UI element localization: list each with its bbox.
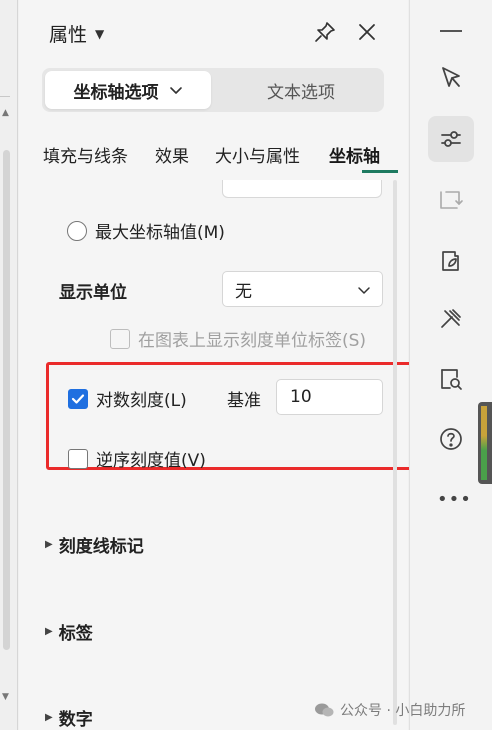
- style-palette-icon[interactable]: [434, 244, 468, 278]
- section-number-label: 数字: [58, 710, 93, 730]
- find-icon[interactable]: [434, 362, 468, 396]
- checkmark-icon: [71, 393, 85, 404]
- close-icon[interactable]: [355, 20, 379, 44]
- max-axis-value-radio[interactable]: [67, 220, 87, 241]
- reverse-order-option[interactable]: 逆序刻度值(V): [68, 446, 206, 471]
- reverse-order-label: 逆序刻度值(V): [96, 451, 206, 471]
- option-type-switch: 坐标轴选项 文本选项: [42, 68, 384, 112]
- expand-triangle-icon: ▶: [45, 539, 53, 550]
- properties-sliders-icon[interactable]: [428, 116, 474, 162]
- property-tabs: 填充与线条 效果 大小与属性 坐标轴: [43, 142, 398, 173]
- log-scale-option[interactable]: 对数刻度(L): [68, 386, 187, 411]
- active-tab-underline: [362, 170, 398, 173]
- text-options-tab[interactable]: 文本选项: [222, 71, 380, 109]
- strip-divider: [0, 96, 10, 97]
- panel-title-text: 属性: [49, 24, 88, 46]
- axis-options-label: 坐标轴选项: [73, 82, 159, 103]
- show-unit-label-text: 在图表上显示刻度单位标签(S): [138, 331, 367, 351]
- level-meter: [478, 402, 492, 484]
- chevron-down-icon: [169, 87, 182, 94]
- display-unit-select[interactable]: 无: [222, 271, 383, 307]
- tab-effects[interactable]: 效果: [155, 142, 189, 167]
- caret-down-icon[interactable]: ▼: [95, 27, 104, 41]
- log-base-input[interactable]: 10: [276, 379, 383, 415]
- scrollbar-thumb[interactable]: [3, 150, 10, 650]
- more-icon[interactable]: •••: [437, 489, 472, 510]
- section-tick-marks-label: 刻度线标记: [58, 537, 144, 557]
- content-scrollbar[interactable]: [393, 180, 397, 725]
- show-unit-label-checkbox: [110, 328, 130, 349]
- right-toolbar: •••: [409, 0, 492, 730]
- max-axis-value-label: 最大坐标轴值(M): [95, 223, 225, 243]
- tab-size-properties[interactable]: 大小与属性: [215, 142, 300, 167]
- section-tick-marks[interactable]: ▶ 刻度线标记: [45, 532, 144, 557]
- tab-axis[interactable]: 坐标轴: [329, 142, 380, 167]
- expand-triangle-icon: ▶: [45, 712, 53, 723]
- scroll-down-icon[interactable]: ▼: [2, 692, 9, 702]
- log-scale-label: 对数刻度(L): [96, 391, 187, 411]
- expand-triangle-icon: ▶: [45, 626, 53, 637]
- panel-title[interactable]: 属性 ▼: [49, 20, 104, 47]
- tools-icon[interactable]: [434, 302, 468, 336]
- log-base-value: 10: [290, 387, 312, 407]
- select-pointer-icon[interactable]: [434, 61, 468, 95]
- wechat-icon: [315, 703, 334, 717]
- display-unit-label: 显示单位: [59, 283, 127, 303]
- scroll-up-icon[interactable]: ▲: [2, 108, 9, 118]
- axis-options-tab[interactable]: 坐标轴选项: [45, 71, 211, 109]
- section-labels[interactable]: ▶ 标签: [45, 619, 93, 644]
- properties-panel: 属性 ▼ 坐标轴选项 文本选项 填充与线条 效果 大小与属性 坐标轴 最大坐标轴…: [19, 0, 418, 730]
- minimize-icon[interactable]: [440, 30, 462, 32]
- display-unit-value: 无: [235, 281, 252, 302]
- max-axis-value-option[interactable]: 最大坐标轴值(M): [67, 218, 225, 243]
- reverse-order-checkbox[interactable]: [68, 448, 88, 469]
- watermark: 公众号 · 小白助力所: [314, 700, 465, 720]
- transform-icon[interactable]: [434, 183, 468, 217]
- chevron-down-icon: [358, 287, 370, 294]
- left-scroll-strip[interactable]: ▲ ▼: [0, 0, 18, 730]
- show-unit-label-option: 在图表上显示刻度单位标签(S): [110, 326, 366, 351]
- previous-input-field[interactable]: [222, 180, 382, 198]
- section-labels-label: 标签: [58, 624, 93, 644]
- watermark-text: 公众号 · 小白助力所: [340, 703, 466, 719]
- pin-icon[interactable]: [313, 20, 337, 44]
- help-icon[interactable]: [434, 422, 468, 456]
- level-meter-bar: [481, 406, 487, 480]
- tab-fill-line[interactable]: 填充与线条: [43, 142, 128, 167]
- log-scale-checkbox[interactable]: [68, 388, 88, 409]
- log-base-label: 基准: [227, 391, 261, 411]
- section-number[interactable]: ▶ 数字: [45, 705, 93, 730]
